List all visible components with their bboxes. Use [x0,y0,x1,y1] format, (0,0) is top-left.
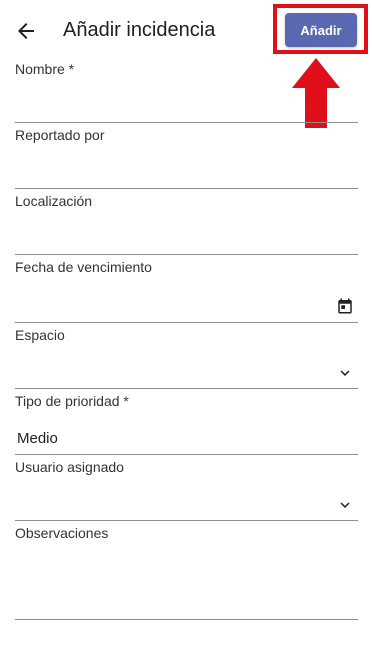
tipo-prioridad-field: Tipo de prioridad * Medio [15,392,358,455]
tipo-prioridad-select[interactable] [15,427,358,455]
fecha-vencimiento-label: Fecha de vencimiento [15,259,152,275]
localizacion-input[interactable] [15,227,358,255]
reportado-por-label: Reportado por [15,127,105,143]
nombre-field: Nombre * [15,60,358,123]
espacio-field: Espacio [15,326,358,389]
app-header: Añadir incidencia Añadir [0,0,372,128]
espacio-select[interactable] [15,361,358,389]
observaciones-input[interactable] [15,592,358,620]
page-title: Añadir incidencia [63,19,216,41]
localizacion-label: Localización [15,193,93,209]
add-button[interactable]: Añadir [285,13,357,47]
usuario-asignado-field: Usuario asignado [15,458,358,521]
tipo-prioridad-label: Tipo de prioridad * [15,393,129,409]
fecha-vencimiento-field: Fecha de vencimiento [15,258,358,323]
espacio-label: Espacio [15,327,65,343]
nombre-input[interactable] [15,95,358,123]
nombre-label: Nombre * [15,61,75,77]
observaciones-label: Observaciones [15,525,109,541]
usuario-asignado-label: Usuario asignado [15,459,124,475]
observaciones-field: Observaciones [15,524,358,620]
calendar-icon[interactable] [336,297,354,315]
reportado-por-field: Reportado por [15,126,358,189]
back-arrow-icon[interactable] [14,19,38,43]
chevron-down-icon[interactable] [336,364,354,382]
reportado-por-input[interactable] [15,161,358,189]
chevron-down-icon[interactable] [336,496,354,514]
usuario-asignado-select[interactable] [15,493,358,521]
fecha-vencimiento-input[interactable] [15,295,358,323]
localizacion-field: Localización [15,192,358,255]
